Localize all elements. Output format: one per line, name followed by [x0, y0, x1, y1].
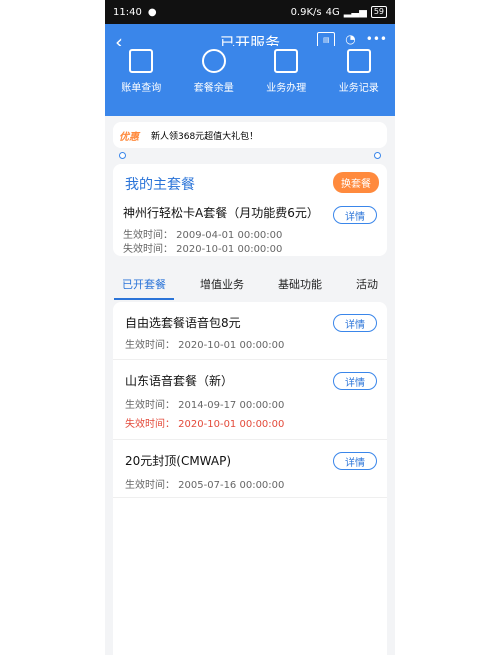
quick-action-bill[interactable]: 账单查询: [106, 46, 176, 116]
quick-action-balance[interactable]: 套餐余量: [179, 46, 249, 116]
promo-banner[interactable]: 优惠 新人领368元超值大礼包！: [113, 122, 387, 148]
service-detail-button[interactable]: 详情: [333, 314, 377, 332]
divider: [113, 497, 387, 498]
list-item: 自由选套餐语音包8元 详情 生效时间： 2020-10-01 00:00:00: [113, 302, 387, 360]
quick-action-records[interactable]: 业务记录: [324, 46, 394, 116]
status-time: 11:40: [113, 6, 142, 18]
service-expire: 失效时间： 2020-10-01 00:00:00: [125, 419, 285, 430]
network-label: 4G: [325, 6, 340, 18]
battery-icon: 59: [370, 6, 387, 18]
tab-basic-functions[interactable]: 基础功能: [270, 276, 330, 292]
quick-action-label: 套餐余量: [193, 83, 234, 94]
app-badge-icon: ●: [147, 6, 157, 18]
tab-value-added[interactable]: 增值业务: [192, 276, 252, 292]
service-title: 山东语音套餐（新）: [125, 374, 234, 388]
phone-screen: 11:40 ● 0.9K/s 4G ▂▃▅ 59 ‹ 已开服务 ▤ ◔ ••• …: [105, 0, 395, 655]
quick-action-business[interactable]: 业务办理: [251, 46, 321, 116]
list-item: 20元封顶(CMWAP) 详情 生效时间： 2005-07-16 00:00:0…: [113, 440, 387, 498]
promo-text: 新人领368元超值大礼包！: [151, 131, 259, 142]
service-detail-button[interactable]: 详情: [333, 452, 377, 470]
pie-icon: [201, 49, 226, 73]
right-pin-icon: [374, 152, 381, 159]
promo-tag: 优惠: [119, 131, 139, 143]
service-effective: 生效时间： 2005-07-16 00:00:00: [125, 480, 285, 491]
service-title: 20元封顶(CMWAP): [125, 454, 232, 468]
service-detail-button[interactable]: 详情: [333, 372, 377, 390]
bill-icon: [129, 49, 154, 73]
main-plan-expire: 失效时间： 2020-10-01 00:00:00: [123, 244, 283, 255]
quick-action-label: 账单查询: [121, 83, 162, 94]
main-plan-effective: 生效时间： 2009-04-01 00:00:00: [123, 230, 283, 241]
switch-plan-button[interactable]: 换套餐: [333, 172, 379, 193]
network-speed: 0.9K/s: [290, 6, 322, 18]
tab-opened-plans[interactable]: 已开套餐: [114, 276, 174, 300]
quick-actions: 账单查询 套餐余量 业务办理 业务记录: [105, 46, 395, 116]
service-tabs: 已开套餐 增值业务 基础功能 活动: [105, 270, 395, 300]
main-plan-card: 我的主套餐 换套餐 神州行轻松卡A套餐（月功能费6元） 详情 生效时间： 200…: [113, 164, 387, 256]
service-effective: 生效时间： 2020-10-01 00:00:00: [125, 340, 285, 351]
signal-icon: ▂▃▅: [343, 6, 367, 18]
main-plan-title: 我的主套餐: [125, 177, 195, 193]
tab-activities[interactable]: 活动: [348, 276, 386, 292]
plan-name: 神州行轻松卡A套餐（月功能费6元）: [123, 206, 319, 220]
service-effective: 生效时间： 2014-09-17 00:00:00: [125, 400, 285, 411]
service-list: 自由选套餐语音包8元 详情 生效时间： 2020-10-01 00:00:00 …: [113, 302, 387, 655]
status-bar: 11:40 ● 0.9K/s 4G ▂▃▅ 59: [105, 0, 395, 24]
quick-action-label: 业务办理: [266, 83, 307, 94]
list-icon: [346, 49, 371, 73]
quick-action-label: 业务记录: [338, 83, 379, 94]
service-title: 自由选套餐语音包8元: [125, 316, 241, 330]
main-plan-detail-button[interactable]: 详情: [333, 206, 377, 224]
left-pin-icon: [119, 152, 126, 159]
edit-icon: [274, 49, 299, 73]
list-item: 山东语音套餐（新） 详情 生效时间： 2014-09-17 00:00:00 失…: [113, 360, 387, 440]
